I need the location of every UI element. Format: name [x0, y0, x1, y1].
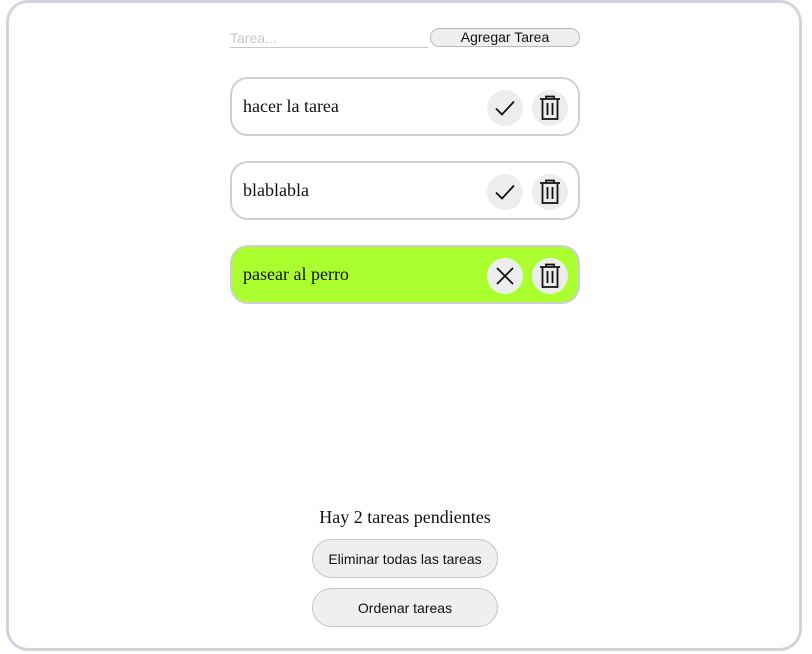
delete-task-button[interactable] — [532, 258, 568, 294]
delete-all-button[interactable]: Eliminar todas las tareas — [312, 539, 498, 578]
pending-count-text: Hay 2 tareas pendientes — [319, 507, 491, 527]
task-text: pasear al perro — [243, 264, 349, 284]
trash-icon — [540, 263, 560, 288]
trash-icon — [540, 179, 560, 204]
task-item: hacer la tarea — [230, 77, 580, 136]
complete-task-button[interactable] — [487, 174, 523, 210]
task-text: hacer la tarea — [243, 96, 339, 116]
add-task-form: Agregar Tarea — [230, 28, 580, 48]
sort-tasks-button[interactable]: Ordenar tareas — [312, 588, 498, 627]
delete-task-button[interactable] — [532, 174, 568, 210]
check-icon — [495, 184, 515, 200]
complete-task-button[interactable] — [487, 90, 523, 126]
task-input[interactable] — [230, 29, 428, 48]
task-item-completed: pasear al perro — [230, 245, 580, 304]
check-icon — [495, 100, 515, 116]
uncomplete-task-button[interactable] — [487, 258, 523, 294]
add-task-button[interactable]: Agregar Tarea — [430, 28, 580, 47]
task-item: blablabla — [230, 161, 580, 220]
delete-task-button[interactable] — [532, 90, 568, 126]
x-icon — [496, 267, 514, 285]
task-text: blablabla — [243, 180, 309, 200]
trash-icon — [540, 95, 560, 120]
